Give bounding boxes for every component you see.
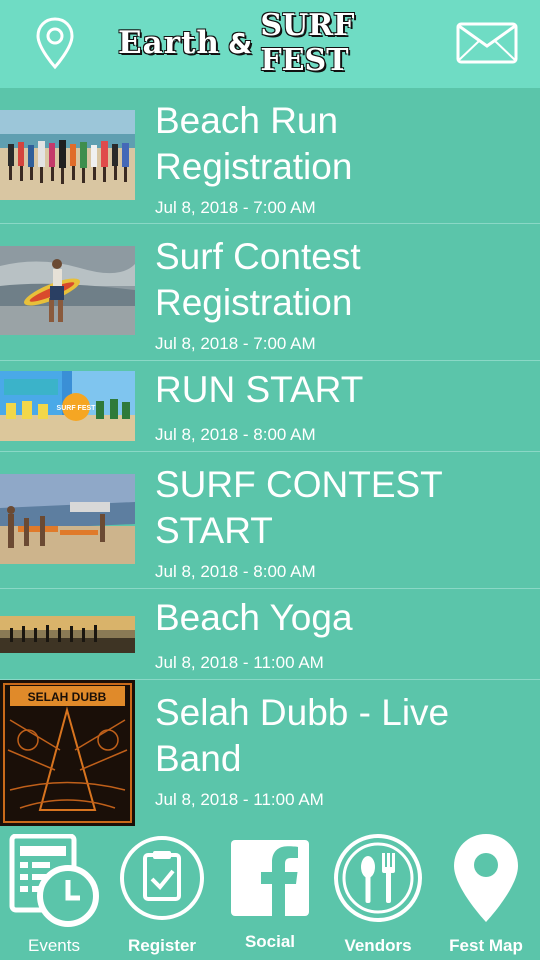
title-ampersand: & (227, 26, 253, 60)
title-earth: Earth (118, 25, 220, 61)
event-date: Jul 8, 2018 - 7:00 AM (155, 198, 316, 217)
band-poster-text: SELAH DUBB (28, 690, 107, 704)
tab-events-label: Events (28, 936, 80, 955)
fork-spoon-icon (334, 834, 422, 922)
map-pin-icon (454, 834, 518, 922)
event-date: Jul 8, 2018 - 11:00 AM (155, 790, 324, 809)
event-title: Beach Run Registration (155, 100, 353, 187)
tab-fest-map[interactable]: Fest Map (432, 826, 540, 960)
events-calendar-clock-icon (9, 834, 99, 927)
event-date: Jul 8, 2018 - 8:00 AM (155, 562, 316, 581)
tab-register-label: Register (127, 936, 197, 955)
event-row[interactable]: Beach Yoga Jul 8, 2018 - 11:00 AM (0, 589, 540, 680)
event-title: RUN START (155, 369, 364, 410)
tab-social-label: Social (244, 932, 296, 951)
tab-vendors[interactable]: Vendors (324, 826, 432, 960)
facebook-icon (231, 840, 309, 916)
event-thumbnail-beach-yoga (0, 616, 135, 653)
event-row[interactable]: SURF CONTEST START Jul 8, 2018 - 8:00 AM (0, 452, 540, 589)
tab-vendors-label: Vendors (344, 936, 412, 955)
event-date: Jul 8, 2018 - 11:00 AM (155, 653, 324, 672)
event-row[interactable]: SURF FEST RUN START Jul 8, 2018 - 8:00 A… (0, 361, 540, 452)
event-thumbnail-surf-contest-start (0, 474, 135, 564)
event-thumbnail-selah-dubb: SELAH DUBB (0, 680, 135, 826)
event-row[interactable]: Beach Run Registration Jul 8, 2018 - 7:0… (0, 88, 540, 224)
clipboard-check-icon (120, 836, 204, 920)
run-start-logo-text: SURF FEST (57, 405, 97, 412)
event-title: SURF CONTEST START (155, 464, 443, 551)
title-surf-fest: SURF FEST (260, 8, 355, 78)
event-date: Jul 8, 2018 - 7:00 AM (155, 334, 316, 353)
tab-fest-map-label: Fest Map (449, 936, 523, 955)
event-title: Surf Contest Registration (155, 236, 361, 323)
event-date: Jul 8, 2018 - 8:00 AM (155, 425, 316, 444)
event-row[interactable]: SELAH DUBB Selah Dubb - Live Band Jul 8,… (0, 680, 540, 826)
event-title: Selah Dubb - Live Band (155, 692, 450, 779)
events-list[interactable]: Beach Run Registration Jul 8, 2018 - 7:0… (0, 88, 540, 826)
app-header: Earth & SURF FEST (0, 0, 540, 88)
bottom-tab-bar: Events Register Social Vendors Fest Map (0, 826, 540, 960)
location-pin-icon[interactable] (34, 16, 76, 75)
tab-social[interactable]: Social (216, 826, 324, 960)
app-title-logo: Earth & SURF FEST (118, 8, 420, 78)
mail-icon[interactable] (456, 22, 518, 69)
event-thumbnail-run-start: SURF FEST (0, 371, 135, 441)
event-thumbnail-surf-registration (0, 246, 135, 335)
tab-events[interactable]: Events (0, 826, 108, 960)
event-row[interactable]: Surf Contest Registration Jul 8, 2018 - … (0, 224, 540, 361)
event-title: Beach Yoga (155, 597, 353, 638)
event-thumbnail-beach-run (0, 110, 135, 200)
tab-register[interactable]: Register (108, 826, 216, 960)
